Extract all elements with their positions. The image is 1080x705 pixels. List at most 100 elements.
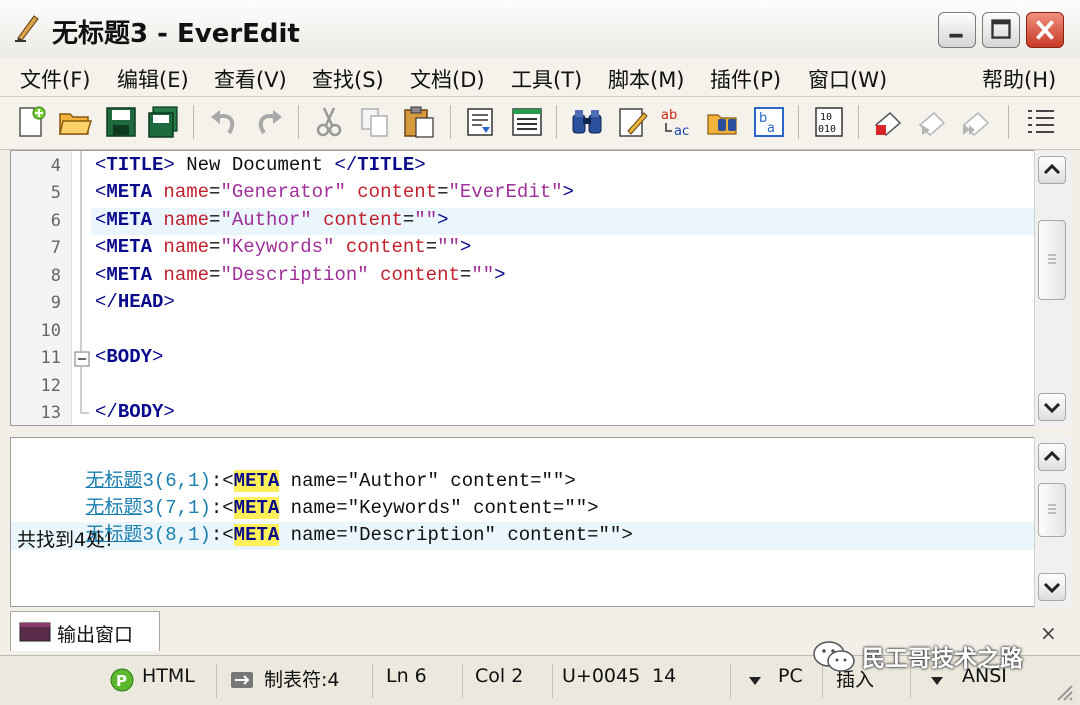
chevron-up-icon <box>1043 450 1061 462</box>
insert-file-icon[interactable] <box>464 105 498 139</box>
code-token: "Description" <box>220 264 369 286</box>
code-token: "Generator" <box>220 181 346 203</box>
status-column: Col 2 <box>475 665 524 687</box>
line-number: 11 <box>40 348 61 368</box>
scroll-thumb[interactable] <box>1038 220 1066 300</box>
macro-record-icon[interactable] <box>872 105 906 139</box>
undo-icon[interactable] <box>207 105 241 139</box>
editor-vertical-scrollbar[interactable] <box>1034 150 1071 426</box>
menu-file[interactable]: 文件(F) <box>20 64 90 94</box>
scroll-thumb[interactable] <box>1038 483 1066 537</box>
code-token: > <box>494 264 506 286</box>
copy-icon[interactable] <box>358 105 392 139</box>
code-token: </ <box>334 154 358 176</box>
close-button[interactable] <box>1026 12 1064 48</box>
output-pane[interactable]: 无标题3(6,1):<META name="Author" content=""… <box>10 437 1036 607</box>
menu-tools[interactable]: 工具(T) <box>511 64 582 94</box>
toolbar-separator <box>1008 105 1009 139</box>
output-vertical-scrollbar[interactable] <box>1034 437 1071 607</box>
tab-key-icon <box>231 672 253 688</box>
code-token: < <box>95 154 107 176</box>
menu-edit[interactable]: 编辑(E) <box>117 64 189 94</box>
menu-window[interactable]: 窗口(W) <box>808 64 887 94</box>
fold-collapse-icon[interactable] <box>74 351 90 367</box>
code-token: name <box>163 264 210 286</box>
code-line[interactable]: </BODY> <box>95 401 175 423</box>
svg-text:ac: ac <box>674 124 689 139</box>
list-view-icon[interactable] <box>510 105 544 139</box>
grip-lines-icon <box>1048 254 1056 264</box>
code-line[interactable]: <META name="Keywords" content=""> <box>95 236 471 258</box>
code-token: "Keywords" <box>220 236 335 258</box>
status-syntax[interactable]: HTML <box>142 665 195 687</box>
code-token: META <box>106 264 153 286</box>
code-token: name <box>163 181 210 203</box>
edit-document-icon[interactable] <box>616 105 650 139</box>
save-icon[interactable] <box>104 105 138 139</box>
status-line-ending[interactable]: PC <box>778 665 803 687</box>
outline-icon[interactable] <box>1024 105 1058 139</box>
code-token: = <box>209 209 221 231</box>
line-number: 10 <box>40 321 61 341</box>
status-divider <box>216 664 217 698</box>
code-line[interactable]: <META name="Description" content=""> <box>95 264 506 286</box>
code-token: > <box>459 236 472 258</box>
svg-text:P: P <box>116 672 127 690</box>
code-editor[interactable]: 4 5 6 7 8 9 10 11 12 13 <TITLE> New Docu… <box>10 150 1036 426</box>
everedit-window: 无标题3 - EverEdit 文件(F) 编辑(E) 查看(V) 查找(S) … <box>0 0 1080 705</box>
code-token: = <box>459 264 472 286</box>
replace-abc-icon[interactable]: abac <box>660 105 694 139</box>
code-token: TITLE <box>357 154 415 176</box>
scroll-up-button[interactable] <box>1038 443 1066 471</box>
tab-output-window[interactable]: 输出窗口 <box>10 611 160 651</box>
close-panel-icon[interactable]: × <box>1040 621 1057 645</box>
macro-play-multiple-icon[interactable] <box>960 105 994 139</box>
find-in-files-icon[interactable] <box>706 105 740 139</box>
code-token: New Document <box>174 154 335 176</box>
svg-text:a: a <box>767 121 775 136</box>
menu-help[interactable]: 帮助(H) <box>982 64 1056 94</box>
code-line[interactable]: </HEAD> <box>95 291 175 313</box>
paste-icon[interactable] <box>402 105 436 139</box>
code-line[interactable]: <META name="Author" content=""> <box>95 209 449 231</box>
menu-view[interactable]: 查看(V) <box>214 64 287 94</box>
new-file-icon[interactable] <box>14 105 48 139</box>
hex-mode-icon[interactable]: 10010 <box>812 105 846 139</box>
maximize-button[interactable] <box>982 12 1020 48</box>
code-token: HEAD <box>117 291 164 313</box>
line-number: 9 <box>50 293 61 313</box>
chevron-down-icon <box>1043 582 1061 594</box>
scroll-down-button[interactable] <box>1038 573 1066 601</box>
code-token: = <box>209 264 221 286</box>
menu-script[interactable]: 脚本(M) <box>608 64 685 94</box>
scroll-down-button[interactable] <box>1038 393 1066 421</box>
dropdown-arrow-icon <box>931 677 943 685</box>
code-line[interactable]: <META name="Generator" content="EverEdit… <box>95 181 574 203</box>
code-token: > <box>163 291 175 313</box>
code-token: name <box>163 209 210 231</box>
result-location: 3(8,1) <box>142 524 211 546</box>
status-tab-setting[interactable]: 制表符:4 <box>264 665 340 692</box>
resize-grip-icon[interactable] <box>1050 678 1074 702</box>
menu-document[interactable]: 文档(D) <box>410 64 485 94</box>
save-all-icon[interactable] <box>146 105 180 139</box>
toolbar-separator <box>858 105 859 139</box>
console-window-icon <box>19 622 51 642</box>
code-line[interactable]: <BODY> <box>95 346 163 368</box>
ba-convert-icon[interactable]: ba <box>752 105 786 139</box>
macro-play-icon[interactable] <box>916 105 950 139</box>
redo-icon[interactable] <box>252 105 286 139</box>
cut-icon[interactable] <box>312 105 346 139</box>
menu-search[interactable]: 查找(S) <box>312 64 384 94</box>
code-line[interactable]: <TITLE> New Document </TITLE> <box>95 154 426 176</box>
minimize-button[interactable] <box>938 12 976 48</box>
title-bar[interactable]: 无标题3 - EverEdit <box>0 0 1080 59</box>
code-token: < <box>95 346 107 368</box>
scroll-up-button[interactable] <box>1038 156 1066 184</box>
find-binoculars-icon[interactable] <box>570 105 604 139</box>
chevron-down-icon <box>1043 402 1061 414</box>
result-separator: :< <box>210 524 234 546</box>
menu-plugins[interactable]: 插件(P) <box>710 64 781 94</box>
open-folder-icon[interactable] <box>58 105 92 139</box>
